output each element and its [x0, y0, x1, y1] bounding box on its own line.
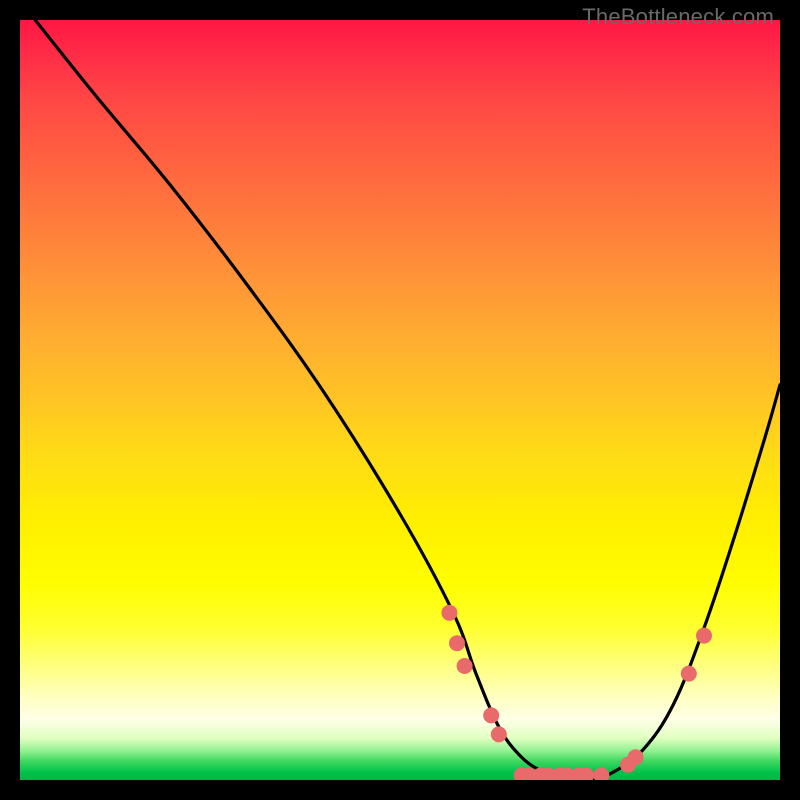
plot-area: [20, 20, 780, 780]
bottleneck-curve: [35, 20, 780, 780]
chart-container: TheBottleneck.com: [0, 0, 800, 800]
data-point: [441, 605, 457, 621]
data-point: [449, 635, 465, 651]
data-point: [483, 707, 499, 723]
data-point: [696, 628, 712, 644]
curve-svg: [20, 20, 780, 780]
data-point: [628, 749, 644, 765]
data-point: [593, 767, 609, 780]
curve-path: [35, 20, 780, 780]
data-point: [681, 666, 697, 682]
data-point: [457, 658, 473, 674]
data-point: [491, 726, 507, 742]
watermark-text: TheBottleneck.com: [582, 4, 774, 30]
